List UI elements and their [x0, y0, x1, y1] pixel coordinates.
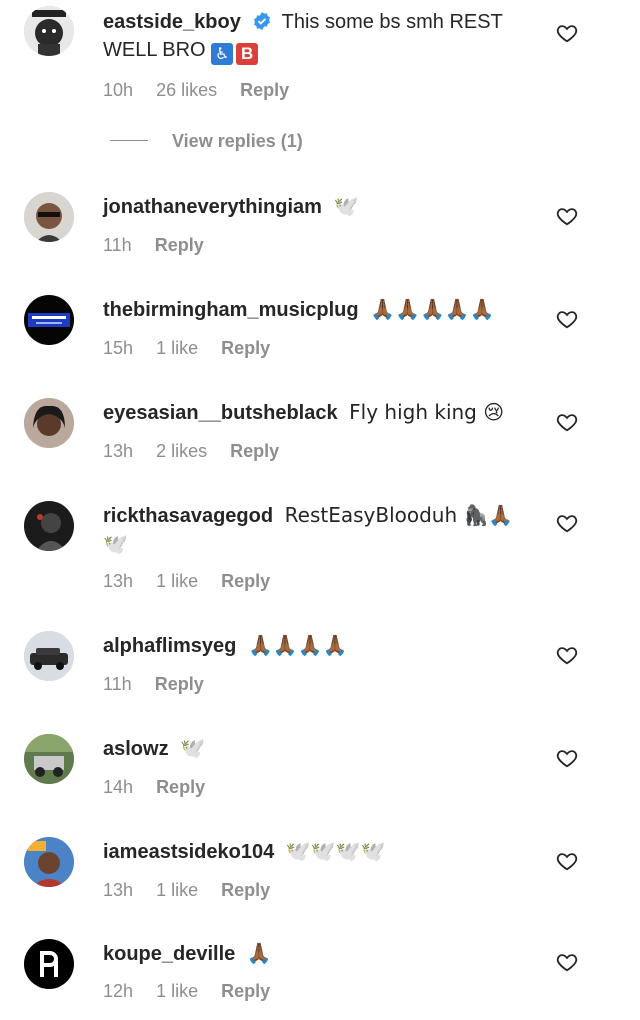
username[interactable]: thebirmingham_musicplug [103, 299, 359, 321]
comment-likes[interactable]: 1 like [156, 981, 198, 1001]
username[interactable]: eyesasian__butsheblack [103, 402, 338, 424]
comment-text: Fly high king 😢 [349, 400, 505, 424]
comment-likes[interactable]: 1 like [156, 338, 198, 358]
comment-likes[interactable]: 1 like [156, 571, 198, 591]
reply-button[interactable]: Reply [155, 674, 204, 694]
like-heart-icon[interactable] [556, 308, 578, 330]
comment-time: 12h [103, 981, 134, 1001]
comment-likes[interactable]: 1 like [156, 880, 198, 900]
comment-time: 14h [103, 777, 134, 797]
comment-time: 13h [103, 880, 134, 900]
like-heart-icon[interactable] [556, 850, 578, 872]
username[interactable]: rickthasavagegod [103, 505, 273, 527]
avatar[interactable] [24, 6, 74, 56]
like-heart-icon[interactable] [556, 512, 578, 534]
reply-button[interactable]: Reply [155, 235, 204, 255]
comment-likes[interactable]: 2 likes [156, 441, 207, 461]
reply-button[interactable]: Reply [221, 981, 270, 1001]
avatar[interactable] [24, 734, 74, 784]
comment-time: 15h [103, 338, 134, 358]
avatar[interactable] [24, 631, 74, 681]
username[interactable]: koupe_deville [103, 943, 235, 965]
comment-text: 🕊️ [333, 194, 359, 218]
comment-time: 11h [103, 674, 132, 694]
comment-text: 🕊️🕊️🕊️🕊️ [285, 839, 386, 863]
avatar[interactable] [24, 295, 74, 345]
reply-button[interactable]: Reply [221, 571, 270, 591]
like-heart-icon[interactable] [556, 411, 578, 433]
comment-time: 13h [103, 441, 134, 461]
avatar[interactable] [24, 501, 74, 551]
comment-text: 🕊️ [180, 736, 206, 760]
username[interactable]: aslowz [103, 738, 169, 760]
reply-button[interactable]: Reply [156, 777, 205, 797]
avatar[interactable] [24, 398, 74, 448]
comment-text: 🙏🏾 [246, 941, 272, 965]
avatar[interactable] [24, 939, 74, 989]
like-heart-icon[interactable] [556, 747, 578, 769]
comment-text: 🙏🏾🙏🏾🙏🏾🙏🏾 [247, 633, 348, 657]
comment-time: 11h [103, 235, 132, 255]
divider-line [110, 140, 148, 141]
comment-time: 13h [103, 571, 134, 591]
like-heart-icon[interactable] [556, 205, 578, 227]
reply-button[interactable]: Reply [221, 880, 270, 900]
avatar[interactable] [24, 837, 74, 887]
reply-button[interactable]: Reply [240, 80, 289, 100]
like-heart-icon[interactable] [556, 22, 578, 44]
like-heart-icon[interactable] [556, 951, 578, 973]
username[interactable]: eastside_kboy [103, 11, 241, 33]
view-replies-label: View replies (1) [172, 131, 303, 151]
like-heart-icon[interactable] [556, 644, 578, 666]
comment-likes[interactable]: 26 likes [156, 80, 217, 100]
username[interactable]: iameastsideko104 [103, 841, 274, 863]
reply-button[interactable]: Reply [221, 338, 270, 358]
reply-button[interactable]: Reply [230, 441, 279, 461]
avatar[interactable] [24, 192, 74, 242]
accessibility-icon: ♿ [211, 43, 234, 65]
verified-badge-icon [254, 12, 271, 30]
b-button-icon: B [236, 43, 259, 65]
comment-text: 🙏🏾🙏🏾🙏🏾🙏🏾🙏🏾 [370, 297, 495, 321]
comment-time: 10h [103, 80, 134, 100]
username[interactable]: alphaflimsyeg [103, 635, 236, 657]
view-replies-button[interactable]: View replies (1) [110, 131, 303, 152]
username[interactable]: jonathaneverythingiam [103, 196, 322, 218]
